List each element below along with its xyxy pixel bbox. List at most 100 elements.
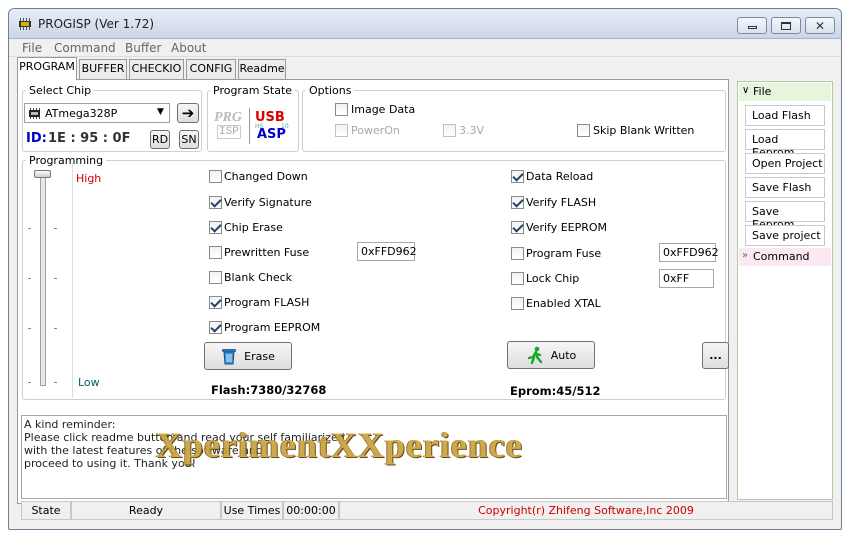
lock-chip-field[interactable]: 0xFF [659, 269, 714, 288]
verify-signature-label: Verify Signature [224, 196, 312, 209]
id-label: ID: [26, 131, 47, 146]
close-button[interactable]: ✕ [805, 17, 835, 34]
app-window: PROGISP (Ver 1.72) ✕ File Command Buffer… [8, 8, 842, 530]
tab-checkio[interactable]: CHECKIO [129, 59, 184, 79]
menu-about[interactable]: About [171, 41, 206, 55]
prg-isp-logo: PRG ISP [214, 110, 242, 139]
changed-down-checkbox[interactable] [209, 170, 222, 183]
chevron-down-icon: ▼ [157, 107, 164, 117]
verify-eeprom-checkbox[interactable] [511, 221, 524, 234]
verify-flash-checkbox[interactable] [511, 196, 524, 209]
maximize-icon [781, 21, 791, 30]
arrow-right-icon: ➔ [181, 103, 195, 122]
file-section-header[interactable]: ∨ File [739, 83, 831, 101]
chevron-right-icon: » [742, 250, 749, 261]
prewritten-fuse-label: Prewritten Fuse [224, 246, 310, 259]
erase-label: Erase [244, 349, 275, 363]
program-flash-checkbox[interactable] [209, 296, 222, 309]
xperiment-watermark: XperimentXXperience [156, 425, 523, 465]
program-fuse-checkbox[interactable] [511, 247, 524, 260]
reminder-textarea[interactable]: A kind reminder: Please click readme but… [21, 415, 727, 499]
blank-check-checkbox[interactable] [209, 271, 222, 284]
trash-icon [222, 349, 237, 365]
data-reload-checkbox[interactable] [511, 170, 524, 183]
open-project-button[interactable]: Open Project [745, 153, 825, 174]
menu-bar: File Command Buffer About [9, 39, 841, 57]
more-options-button[interactable]: ... [702, 342, 729, 369]
programming-label: Programming [26, 154, 107, 167]
prewritten-fuse-field[interactable]: 0xFFD962 [357, 242, 417, 261]
tab-program[interactable]: PROGRAM [17, 57, 77, 80]
blank-check-label: Blank Check [224, 271, 293, 284]
load-eeprom-button[interactable]: Load Eeprom [745, 129, 825, 159]
program-fuse-label: Program Fuse [526, 247, 602, 260]
enabled-xtal-checkbox[interactable] [511, 297, 524, 310]
slider-track [40, 172, 46, 386]
save-eeprom-button[interactable]: Save Eeprom [745, 201, 825, 231]
usb-asp-logo: USB HS 10 ASP [255, 110, 289, 142]
prewritten-fuse-checkbox[interactable] [209, 246, 222, 259]
3v3-checkbox[interactable] [443, 124, 456, 137]
slider-thumb[interactable] [34, 170, 51, 178]
save-project-button[interactable]: Save project [745, 225, 825, 246]
state-divider [249, 108, 250, 144]
speed-slider[interactable] [26, 168, 64, 390]
flash-usage: Flash:7380/32768 [211, 383, 327, 397]
close-icon: ✕ [814, 18, 826, 33]
3v3-label: 3.3V [459, 124, 485, 137]
auto-button[interactable]: Auto [507, 341, 595, 369]
chip-erase-checkbox[interactable] [209, 221, 222, 234]
save-flash-button[interactable]: Save Flash [745, 177, 825, 198]
lock-chip-label: Lock Chip [526, 272, 580, 285]
minimize-button[interactable] [737, 17, 767, 34]
window-title: PROGISP (Ver 1.72) [38, 17, 155, 31]
verify-signature-checkbox[interactable] [209, 196, 222, 209]
program-eeprom-checkbox[interactable] [209, 321, 222, 334]
command-section-header[interactable]: » Command [739, 248, 831, 266]
copyright-text: Copyright(r) Zhifeng Software,Inc 2009 [339, 501, 833, 520]
use-times-label: Use Times [221, 501, 283, 520]
maximize-button[interactable] [771, 17, 801, 34]
changed-down-label: Changed Down [224, 170, 308, 183]
verify-flash-label: Verify FLASH [526, 196, 597, 209]
poweron-checkbox[interactable] [335, 124, 348, 137]
speed-low-label: Low [78, 376, 100, 389]
image-data-checkbox[interactable] [335, 103, 348, 116]
tab-config[interactable]: CONFIG [186, 59, 236, 79]
chip-erase-label: Chip Erase [224, 221, 283, 234]
chip-icon [29, 108, 40, 119]
apply-chip-button[interactable]: ➔ [177, 103, 199, 123]
menu-file[interactable]: File [22, 41, 42, 55]
options-group [302, 90, 726, 152]
programming-group [22, 160, 726, 400]
use-times-value: 00:00:00 [283, 501, 339, 520]
program-eeprom-label: Program EEPROM [224, 321, 321, 334]
command-side-panel: ∨ File Load Flash Load Eeprom Open Proje… [737, 81, 833, 500]
skip-blank-checkbox[interactable] [577, 124, 590, 137]
chevron-up-icon: ∨ [742, 85, 750, 96]
auto-label: Auto [550, 348, 577, 362]
tab-buffer[interactable]: BUFFER [79, 59, 127, 79]
lock-chip-checkbox[interactable] [511, 272, 524, 285]
file-header-label: File [753, 85, 772, 98]
tab-readme[interactable]: Readme [238, 59, 286, 79]
skip-blank-label: Skip Blank Written [593, 124, 695, 137]
chip-select-value: ATmega328P [45, 107, 118, 120]
program-fuse-field[interactable]: 0xFFD962 [659, 243, 719, 262]
status-bar: State Ready Use Times 00:00:00 Copyright… [17, 501, 833, 520]
running-man-icon [527, 346, 542, 364]
load-flash-button[interactable]: Load Flash [745, 105, 825, 126]
rd-button[interactable]: RD [150, 130, 170, 149]
chip-select[interactable]: ATmega328P ▼ [24, 103, 170, 123]
sn-button[interactable]: SN [179, 130, 199, 149]
command-header-label: Command [753, 250, 810, 263]
title-bar: PROGISP (Ver 1.72) ✕ [9, 9, 841, 39]
chip-id-value: 1E : 95 : 0F [48, 131, 131, 146]
data-reload-label: Data Reload [526, 170, 594, 183]
program-state-label: Program State [210, 84, 296, 97]
minimize-icon [747, 26, 757, 29]
menu-buffer[interactable]: Buffer [125, 41, 161, 55]
menu-command[interactable]: Command [54, 41, 116, 55]
select-chip-label: Select Chip [26, 84, 95, 97]
erase-button[interactable]: Erase [204, 342, 292, 370]
